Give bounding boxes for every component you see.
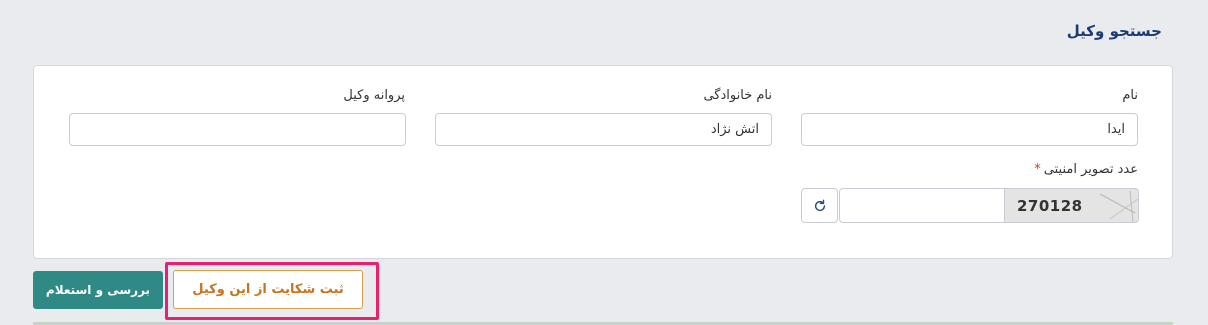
search-inquiry-button[interactable]: بررسی و استعلام xyxy=(33,271,163,309)
captcha-label: عدد تصویر امنیتی* xyxy=(1034,162,1138,177)
search-form-card: نام نام خانوادگی پروانه وکیل عدد تصویر ا… xyxy=(33,65,1173,259)
license-input[interactable] xyxy=(69,113,406,146)
first-name-input[interactable] xyxy=(801,113,1138,146)
last-name-input[interactable] xyxy=(435,113,772,146)
captcha-label-text: عدد تصویر امنیتی xyxy=(1043,162,1138,177)
captcha-refresh-button[interactable] xyxy=(801,188,838,223)
captcha-text: 270128 xyxy=(1017,197,1083,215)
page-title: جستجو وکیل xyxy=(1066,22,1162,40)
license-label: پروانه وکیل xyxy=(343,88,405,103)
last-name-label: نام خانوادگی xyxy=(703,88,772,103)
captcha-input[interactable] xyxy=(839,188,1005,223)
captcha-image: 270128 xyxy=(1004,188,1139,223)
file-complaint-button[interactable]: ثبت شکایت از این وکیل xyxy=(173,270,363,309)
required-mark: * xyxy=(1034,162,1041,177)
refresh-icon xyxy=(814,199,825,211)
first-name-label: نام xyxy=(1122,88,1138,103)
